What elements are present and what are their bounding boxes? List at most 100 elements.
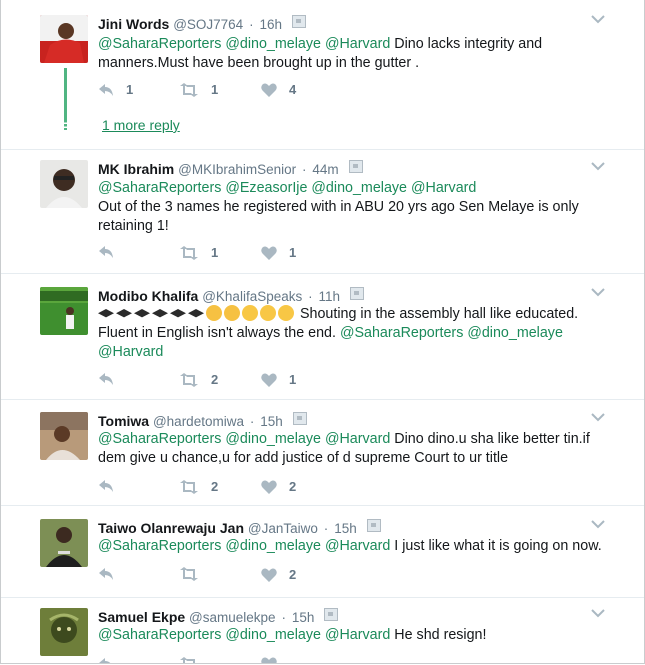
tweet-samuel-ekpe[interactable]: Samuel Ekpe @samuelekpe · 15h @SaharaRep… bbox=[1, 597, 644, 663]
avatar[interactable] bbox=[40, 608, 88, 656]
retweet-count: 2 bbox=[211, 372, 219, 387]
mention-link[interactable]: @Harvard bbox=[325, 627, 390, 643]
user-handle[interactable]: @SOJ7764 bbox=[173, 17, 243, 32]
timestamp[interactable]: 15h bbox=[260, 414, 283, 429]
display-name[interactable]: Tomiwa bbox=[98, 413, 149, 429]
tweet-modibo-khalifa[interactable]: Modibo Khalifa @KhalifaSpeaks · 11h Shou… bbox=[1, 273, 644, 400]
separator-dot: · bbox=[249, 414, 255, 429]
mention-link[interactable]: @dino_melaye bbox=[225, 36, 321, 52]
grinning-emoji bbox=[278, 305, 294, 321]
tweet-body: Out of the 3 names he registered with in… bbox=[98, 199, 579, 234]
heart-icon bbox=[261, 373, 277, 387]
image-placeholder-icon bbox=[366, 519, 381, 532]
mention-link[interactable]: @dino_melaye bbox=[225, 538, 321, 554]
retweet-icon bbox=[180, 479, 198, 494]
heart-icon bbox=[261, 246, 277, 260]
timestamp[interactable]: 15h bbox=[292, 610, 315, 625]
retweet-button[interactable] bbox=[179, 567, 199, 581]
grinning-emoji bbox=[242, 305, 258, 321]
graduation-cap-emoji bbox=[188, 309, 204, 318]
user-handle[interactable]: @JanTaiwo bbox=[248, 521, 318, 536]
graduation-cap-emoji bbox=[170, 309, 186, 318]
reply-button[interactable] bbox=[98, 657, 114, 663]
reply-button[interactable] bbox=[98, 245, 114, 259]
user-handle[interactable]: @KhalifaSpeaks bbox=[202, 289, 302, 304]
timestamp[interactable]: 44m bbox=[312, 162, 338, 177]
tweet-text: @SaharaReporters @EzeasorIje @dino_melay… bbox=[98, 179, 608, 236]
mention-link[interactable]: @SaharaReporters bbox=[98, 36, 221, 52]
mention-link[interactable]: @dino_melaye bbox=[225, 431, 321, 447]
tweet-mk-ibrahim[interactable]: MK Ibrahim @MKIbrahimSenior · 44m @Sahar… bbox=[1, 149, 644, 274]
display-name[interactable]: Modibo Khalifa bbox=[98, 288, 198, 304]
mention-link[interactable]: @Harvard bbox=[325, 36, 390, 52]
like-button[interactable]: 2 bbox=[261, 567, 296, 582]
retweet-count: 1 bbox=[211, 82, 219, 97]
display-name[interactable]: MK Ibrahim bbox=[98, 161, 174, 177]
retweet-button[interactable]: 2 bbox=[179, 372, 218, 387]
like-button[interactable]: 2 bbox=[261, 479, 296, 494]
like-button[interactable]: 1 bbox=[261, 245, 296, 260]
retweet-icon bbox=[180, 245, 198, 260]
user-handle[interactable]: @hardetomiwa bbox=[153, 414, 244, 429]
display-name[interactable]: Taiwo Olanrewaju Jan bbox=[98, 520, 244, 536]
retweet-button[interactable]: 1 bbox=[179, 82, 218, 97]
tweet-body: He shd resign! bbox=[390, 627, 487, 643]
user-handle[interactable]: @samuelekpe bbox=[189, 610, 276, 625]
tweet-text: @SaharaReporters @dino_melaye @Harvard H… bbox=[98, 626, 608, 645]
tweet-tomiwa[interactable]: Tomiwa @hardetomiwa · 15h @SaharaReporte… bbox=[1, 399, 644, 506]
laughing-emoji bbox=[224, 305, 240, 321]
avatar[interactable] bbox=[40, 15, 88, 63]
tweet-header: Samuel Ekpe @samuelekpe · 15h bbox=[98, 608, 339, 626]
mention-link[interactable]: @SaharaReporters bbox=[98, 180, 221, 196]
reply-button[interactable] bbox=[98, 479, 114, 493]
mention-link[interactable]: @dino_melaye bbox=[225, 627, 321, 643]
graduation-cap-emoji bbox=[116, 309, 132, 318]
chevron-down-icon[interactable] bbox=[590, 608, 606, 618]
heart-icon bbox=[261, 83, 277, 97]
timestamp[interactable]: 16h bbox=[259, 17, 282, 32]
like-button[interactable] bbox=[261, 657, 277, 663]
like-count: 2 bbox=[289, 567, 297, 582]
like-button[interactable]: 4 bbox=[261, 82, 296, 97]
chevron-down-icon[interactable] bbox=[590, 412, 606, 422]
retweet-button[interactable]: 1 bbox=[179, 245, 218, 260]
tweet-text: @SaharaReporters @dino_melaye @Harvard D… bbox=[98, 430, 608, 468]
more-replies-link[interactable]: 1 more reply bbox=[102, 117, 180, 133]
chevron-down-icon[interactable] bbox=[590, 14, 606, 24]
tweet-body: I just like what it is going on now. bbox=[390, 538, 602, 554]
chevron-down-icon[interactable] bbox=[590, 287, 606, 297]
mention-link[interactable]: @Harvard bbox=[325, 431, 390, 447]
chevron-down-icon[interactable] bbox=[590, 519, 606, 529]
mention-link[interactable]: @SaharaReporters bbox=[98, 431, 221, 447]
reply-button[interactable]: 1 bbox=[98, 82, 133, 97]
like-button[interactable]: 1 bbox=[261, 372, 296, 387]
chevron-down-icon[interactable] bbox=[590, 161, 606, 171]
mention-link[interactable]: @SaharaReporters bbox=[98, 538, 221, 554]
display-name[interactable]: Jini Words bbox=[98, 16, 169, 32]
reply-icon bbox=[99, 480, 113, 492]
reply-button[interactable] bbox=[98, 372, 114, 386]
reply-button[interactable] bbox=[98, 567, 114, 581]
tweet-jini-words[interactable]: Jini Words @SOJ7764 · 16h @SaharaReporte… bbox=[1, 0, 644, 150]
like-count: 1 bbox=[289, 245, 297, 260]
avatar[interactable] bbox=[40, 287, 88, 335]
mention-link[interactable]: @EzeasorIje bbox=[225, 180, 307, 196]
timestamp[interactable]: 11h bbox=[319, 289, 341, 304]
mention-link[interactable]: @Harvard bbox=[325, 538, 390, 554]
display-name[interactable]: Samuel Ekpe bbox=[98, 609, 185, 625]
tweet-taiwo-olanrewaju[interactable]: Taiwo Olanrewaju Jan @JanTaiwo · 15h @Sa… bbox=[1, 505, 644, 598]
mention-link[interactable]: @SaharaReporters bbox=[98, 627, 221, 643]
mention-link[interactable]: @Harvard bbox=[98, 344, 163, 360]
retweet-button[interactable]: 2 bbox=[179, 479, 218, 494]
mention-link[interactable]: @dino_melaye bbox=[311, 180, 407, 196]
mention-link[interactable]: @SaharaReporters bbox=[340, 325, 463, 341]
timestamp[interactable]: 15h bbox=[334, 521, 357, 536]
mention-link[interactable]: @Harvard bbox=[411, 180, 476, 196]
avatar[interactable] bbox=[40, 519, 88, 567]
avatar[interactable] bbox=[40, 412, 88, 460]
tweet-text: Shouting in the assembly hall like educa… bbox=[98, 305, 608, 362]
retweet-button[interactable] bbox=[179, 657, 199, 663]
avatar[interactable] bbox=[40, 160, 88, 208]
user-handle[interactable]: @MKIbrahimSenior bbox=[178, 162, 296, 177]
mention-link[interactable]: @dino_melaye bbox=[467, 325, 563, 341]
